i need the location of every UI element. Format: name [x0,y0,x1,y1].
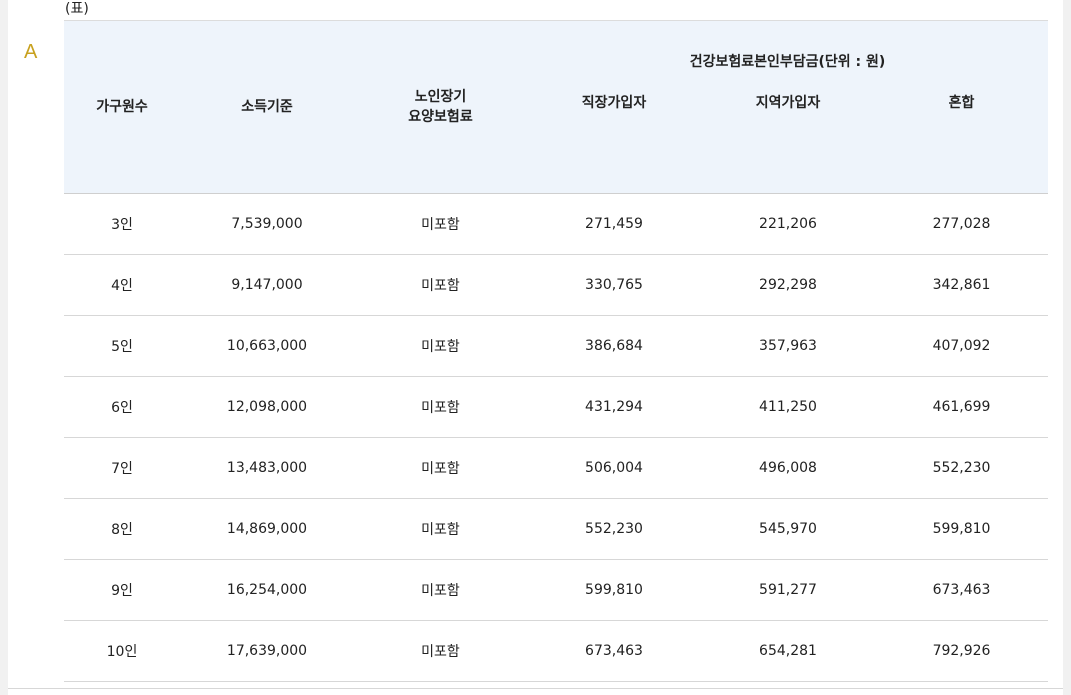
cell-employee: 431,294 [527,376,701,438]
cell-household: 10인 [64,620,180,682]
header-regional: 지역가입자 [701,80,875,194]
cell-income: 17,639,000 [180,620,354,682]
table-row: 7인 13,483,000 미포함 506,004 496,008 552,23… [64,437,1049,499]
header-employee: 직장가입자 [527,80,701,194]
header-ltc: 노인장기 요양보험료 [354,20,527,194]
cell-ltc: 미포함 [354,193,527,255]
header-mixed: 혼합 [875,80,1049,194]
cell-ltc: 미포함 [354,498,527,560]
cell-regional: 591,277 [701,559,875,621]
cell-employee: 386,684 [527,315,701,377]
table-body: 3인 7,539,000 미포함 271,459 221,206 277,028… [64,193,1049,682]
cell-household: 9인 [64,559,180,621]
left-background-band [0,0,8,695]
cell-ltc: 미포함 [354,315,527,377]
header-premium-group-label: 건강보험료본인부담금(단위 : 원) [689,54,886,70]
cell-regional: 496,008 [701,437,875,499]
table-row: 6인 12,098,000 미포함 431,294 411,250 461,69… [64,376,1049,438]
answer-option-letter[interactable]: A [24,40,37,64]
panel-bottom-border [8,688,1063,689]
table-row: 3인 7,539,000 미포함 271,459 221,206 277,028 [64,193,1049,255]
cell-mixed: 599,810 [875,498,1049,560]
cell-ltc: 미포함 [354,620,527,682]
cell-income: 7,539,000 [180,193,354,255]
cell-income: 16,254,000 [180,559,354,621]
cell-regional: 221,206 [701,193,875,255]
cell-mixed: 277,028 [875,193,1049,255]
cell-mixed: 673,463 [875,559,1049,621]
cell-income: 10,663,000 [180,315,354,377]
cell-regional: 357,963 [701,315,875,377]
table-row: 8인 14,869,000 미포함 552,230 545,970 599,81… [64,498,1049,560]
cell-employee: 506,004 [527,437,701,499]
cell-ltc: 미포함 [354,559,527,621]
cell-mixed: 342,861 [875,254,1049,316]
table-caption: (표) [65,1,89,17]
cell-income: 12,098,000 [180,376,354,438]
cell-mixed: 407,092 [875,315,1049,377]
cell-household: 8인 [64,498,180,560]
cell-mixed: 792,926 [875,620,1049,682]
cell-regional: 545,970 [701,498,875,560]
cell-income: 14,869,000 [180,498,354,560]
cell-mixed: 461,699 [875,376,1049,438]
cell-regional: 292,298 [701,254,875,316]
premium-table: 가구원수 소득기준 노인장기 요양보험료 건강보험료본인부담금(단위 : 원) … [64,20,1049,682]
cell-ltc: 미포함 [354,376,527,438]
cell-household: 6인 [64,376,180,438]
table-row: 5인 10,663,000 미포함 386,684 357,963 407,09… [64,315,1049,377]
header-premium-group: 건강보험료본인부담금(단위 : 원) [527,20,1049,80]
table-row: 4인 9,147,000 미포함 330,765 292,298 342,861 [64,254,1049,316]
header-income: 소득기준 [180,20,354,194]
table-row: 9인 16,254,000 미포함 599,810 591,277 673,46… [64,559,1049,621]
cell-ltc: 미포함 [354,437,527,499]
cell-regional: 654,281 [701,620,875,682]
cell-regional: 411,250 [701,376,875,438]
cell-income: 13,483,000 [180,437,354,499]
header-household: 가구원수 [64,20,180,194]
cell-household: 4인 [64,254,180,316]
header-ltc-line2: 요양보험료 [408,109,473,125]
header-ltc-line1: 노인장기 [414,89,467,105]
cell-household: 7인 [64,437,180,499]
cell-employee: 552,230 [527,498,701,560]
cell-employee: 271,459 [527,193,701,255]
table-header: 가구원수 소득기준 노인장기 요양보험료 건강보험료본인부담금(단위 : 원) … [64,20,1049,194]
cell-income: 9,147,000 [180,254,354,316]
cell-employee: 673,463 [527,620,701,682]
cell-household: 5인 [64,315,180,377]
cell-mixed: 552,230 [875,437,1049,499]
right-background-band [1063,0,1071,695]
cell-household: 3인 [64,193,180,255]
cell-employee: 330,765 [527,254,701,316]
cell-ltc: 미포함 [354,254,527,316]
table-row: 10인 17,639,000 미포함 673,463 654,281 792,9… [64,620,1049,682]
cell-employee: 599,810 [527,559,701,621]
